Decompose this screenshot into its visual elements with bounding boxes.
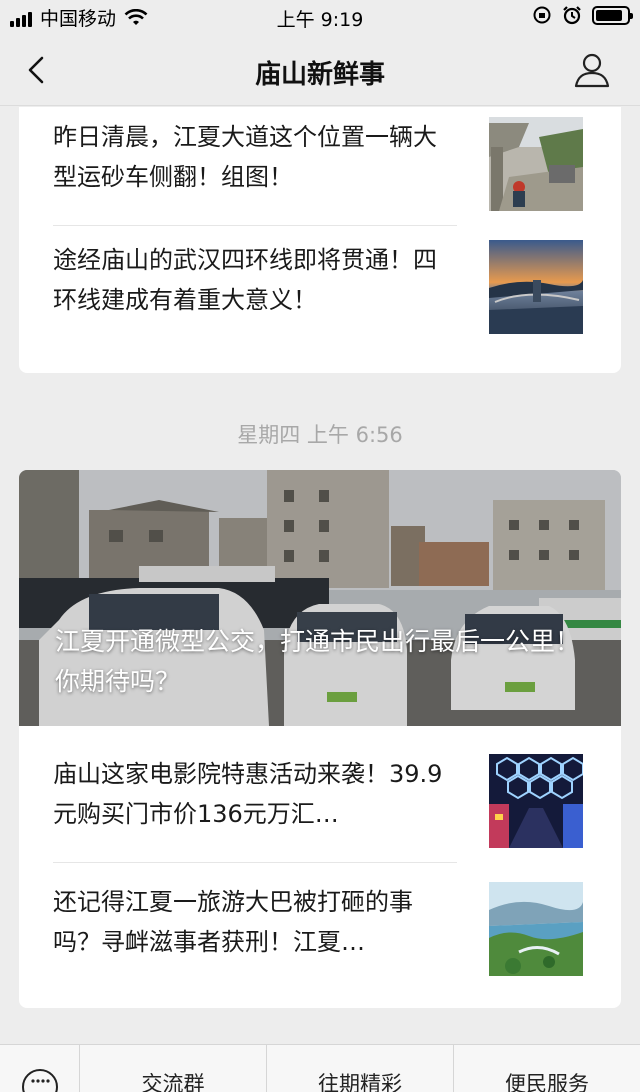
road-accident-image: [489, 117, 583, 211]
article-title: 还记得江夏一旅游大巴被打砸的事吗？寻衅滋事者获刑！江夏…: [53, 888, 413, 956]
page-title: 庙山新鲜事: [254, 60, 385, 90]
article-item[interactable]: 昨日清晨，江夏大道这个位置一辆大型运砂车侧翻！组图！: [53, 115, 583, 247]
article-thumbnail: [489, 882, 583, 976]
article-thumbnail: [489, 754, 583, 848]
status-right: [532, 5, 633, 25]
article-title: 昨日清晨，江夏大道这个位置一辆大型运砂车侧翻！组图！: [53, 123, 437, 191]
menu-item-label: 交流群: [141, 1072, 205, 1092]
message-feed[interactable]: 昨日清晨，江夏大道这个位置一辆大型运砂车侧翻！组图！ 途经庙山的武汉四环线即将贯…: [0, 107, 640, 1047]
article-card-group: 江夏开通微型公交，打通市民出行最后一公里！你期待吗？ 庙山这家电影院特惠活动来袭…: [19, 470, 621, 1008]
bridge-sunset-image: [489, 240, 583, 334]
menu-item-label: 往期精彩: [318, 1072, 402, 1092]
rotation-lock-icon: [533, 6, 551, 24]
nav-bar: 庙山新鲜事: [0, 34, 640, 106]
article-thumbnail: [489, 117, 583, 211]
bottom-menu: 交流群 往期精彩 便民服务: [0, 1044, 640, 1092]
cinema-interior-image: [489, 754, 583, 848]
status-bar: 中国移动 上午 9:19: [0, 0, 640, 34]
keyboard-icon: [22, 1069, 58, 1092]
battery-fill: [596, 9, 622, 21]
hero-article[interactable]: 江夏开通微型公交，打通市民出行最后一公里！你期待吗？: [19, 470, 621, 726]
article-item[interactable]: 庙山这家电影院特惠活动来袭！39.9元购买门市价136元万汇…: [53, 754, 583, 886]
scenic-landscape-image: [489, 882, 583, 976]
article-thumbnail: [489, 240, 583, 334]
article-card-group: 昨日清晨，江夏大道这个位置一辆大型运砂车侧翻！组图！ 途经庙山的武汉四环线即将贯…: [19, 107, 621, 373]
battery-icon: [592, 5, 633, 25]
alarm-icon: [563, 6, 581, 25]
divider: [53, 862, 457, 863]
menu-item-group-chat[interactable]: 交流群: [80, 1045, 267, 1092]
person-icon: [574, 53, 610, 88]
menu-item-past-highlights[interactable]: 往期精彩: [267, 1045, 454, 1092]
article-item[interactable]: 途经庙山的武汉四环线即将贯通！四环线建成有着重大意义！: [53, 240, 583, 372]
keyboard-toggle-button[interactable]: [0, 1045, 80, 1092]
menu-item-services[interactable]: 便民服务: [454, 1045, 640, 1092]
menu-item-label: 便民服务: [505, 1072, 589, 1092]
article-item[interactable]: 还记得江夏一旅游大巴被打砸的事吗？寻衅滋事者获刑！江夏…: [53, 882, 583, 1008]
message-timestamp: 星期四 上午 6:56: [237, 423, 403, 447]
hero-article-title: 江夏开通微型公交，打通市民出行最后一公里！你期待吗？: [55, 627, 581, 696]
article-title: 庙山这家电影院特惠活动来袭！39.9元购买门市价136元万汇…: [53, 760, 443, 828]
divider: [53, 225, 457, 226]
article-title: 途经庙山的武汉四环线即将贯通！四环线建成有着重大意义！: [53, 246, 437, 314]
profile-button[interactable]: [572, 50, 612, 90]
